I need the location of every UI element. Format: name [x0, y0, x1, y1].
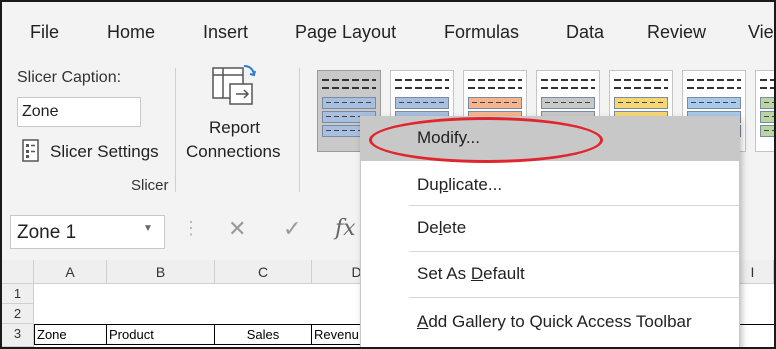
report-connections-label-1: Report — [209, 118, 261, 137]
style-dash-line — [614, 87, 668, 89]
style-color-band — [760, 111, 774, 123]
tab-insert[interactable]: Insert — [203, 22, 248, 43]
tab-formulas[interactable]: Formulas — [444, 22, 519, 43]
cell-b3[interactable]: Product — [107, 325, 215, 345]
column-header-b[interactable]: B — [107, 260, 215, 284]
style-dash-line — [322, 87, 376, 89]
style-color-band — [541, 97, 595, 109]
style-dash-line — [468, 79, 522, 81]
name-box[interactable]: Zone 1 — [10, 215, 165, 249]
row-header-2[interactable]: 2 — [2, 304, 34, 324]
excel-window: File Home Insert Page Layout Formulas Da… — [2, 2, 774, 347]
chevron-down-icon[interactable]: ▼ — [143, 223, 153, 234]
slicer-caption-label: Slicer Caption: — [17, 69, 122, 86]
menu-item-modify[interactable]: Modify... — [361, 117, 739, 161]
style-dash-line — [687, 87, 741, 89]
drag-handle-icon[interactable]: ⋮ — [182, 218, 200, 239]
slicer-group-label: Slicer — [131, 177, 169, 194]
menu-item-label: Delete — [417, 218, 467, 237]
select-all-corner[interactable] — [2, 260, 34, 284]
style-color-band — [322, 97, 376, 109]
column-header-c[interactable]: C — [215, 260, 312, 284]
menu-item-set-as-default[interactable]: Set As Default — [361, 253, 739, 297]
style-color-band — [614, 97, 668, 109]
slicer-settings-label: Slicer Settings — [50, 142, 159, 161]
style-dash-line — [395, 79, 449, 81]
enter-icon[interactable]: ✓ — [283, 216, 301, 242]
slicer-settings-button[interactable]: Slicer Settings — [20, 139, 165, 165]
slicer-caption-input[interactable]: Zone — [17, 97, 141, 127]
tab-data[interactable]: Data — [566, 22, 604, 43]
cell-c3[interactable]: Sales — [215, 325, 312, 345]
report-connections-button[interactable]: Report Connections — [182, 62, 292, 162]
menu-item-label: Add Gallery to Quick Access Toolbar — [417, 312, 692, 331]
style-color-band — [468, 97, 522, 109]
style-dash-line — [614, 79, 668, 81]
tab-home[interactable]: Home — [107, 22, 155, 43]
menu-item-delete[interactable]: Delete — [361, 207, 739, 251]
style-dash-line — [687, 79, 741, 81]
cancel-icon[interactable]: ✕ — [228, 216, 246, 242]
style-dash-line — [541, 79, 595, 81]
tab-view[interactable]: Vie — [748, 22, 774, 43]
slicer-settings-icon — [20, 139, 42, 168]
style-dash-line — [395, 87, 449, 89]
style-color-band — [760, 97, 774, 109]
row-header-3[interactable]: 3 — [2, 324, 34, 347]
group-divider — [299, 68, 300, 192]
tab-file[interactable]: File — [30, 22, 59, 43]
style-color-band — [687, 97, 741, 109]
tab-page-layout[interactable]: Page Layout — [295, 22, 396, 43]
slicer-style-thumb[interactable] — [755, 70, 774, 152]
menu-separator — [409, 297, 739, 298]
menu-item-label: Modify... — [417, 128, 480, 147]
style-dash-line — [760, 87, 774, 89]
report-connections-label-2: Connections — [186, 142, 281, 161]
menu-separator — [409, 205, 739, 206]
group-divider — [175, 68, 176, 192]
style-dash-line — [541, 87, 595, 89]
insert-function-icon[interactable]: fx — [335, 216, 356, 241]
menu-item-label: Set As Default — [417, 264, 525, 283]
style-dash-line — [468, 87, 522, 89]
menu-item-label: Duplicate... — [417, 175, 503, 194]
ribbon-tabs: File Home Insert Page Layout Formulas Da… — [2, 2, 774, 58]
tab-review[interactable]: Review — [647, 22, 706, 43]
style-dash-line — [322, 79, 376, 81]
row-header-1[interactable]: 1 — [2, 284, 34, 304]
menu-separator — [409, 251, 739, 252]
column-header-a[interactable]: A — [34, 260, 107, 284]
context-menu: Modify... Duplicate... Delete Set As Defaul… — [360, 116, 740, 347]
menu-item-duplicate[interactable]: Duplicate... — [361, 164, 739, 208]
menu-item-add-gallery-to-qat[interactable]: Add Gallery to Quick Access Toolbar — [361, 301, 739, 345]
style-dash-line — [760, 79, 774, 81]
report-connections-icon — [210, 62, 260, 113]
cell-a3[interactable]: Zone — [34, 325, 107, 345]
style-color-band — [395, 97, 449, 109]
style-color-band — [760, 125, 774, 137]
